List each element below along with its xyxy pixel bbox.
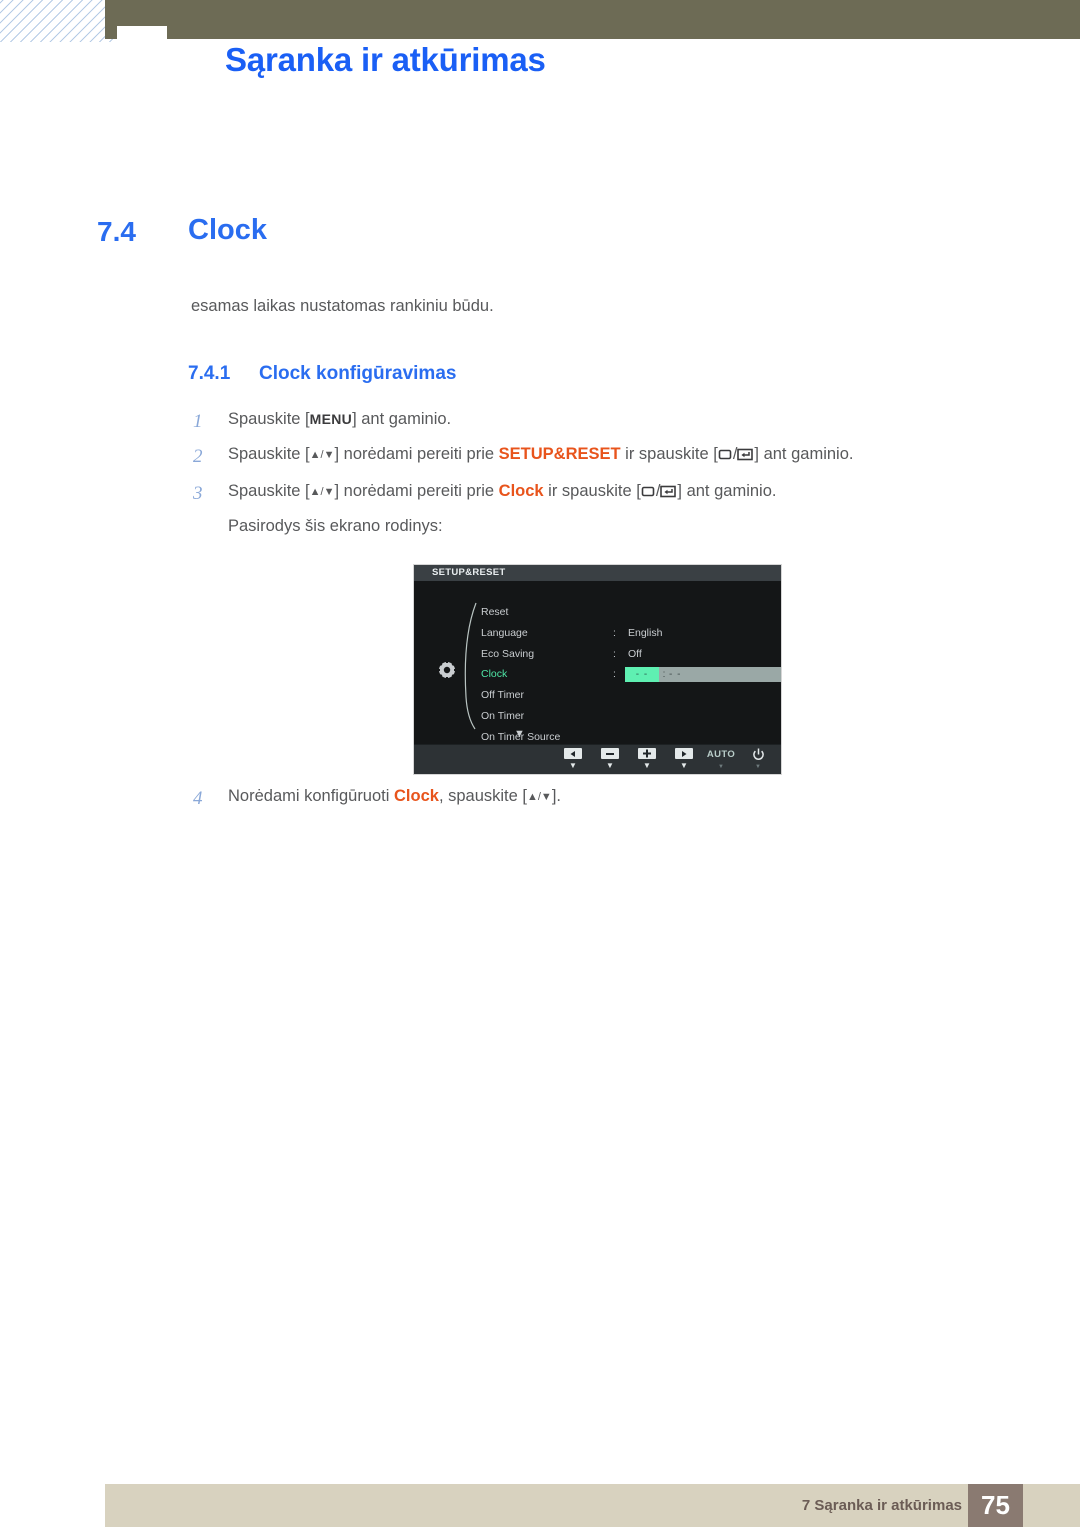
osd-title-bar: SETUP&RESET	[414, 565, 781, 581]
osd-row-colon: :	[613, 647, 616, 660]
step-text-part2: ] norėdami pereiti prie	[334, 481, 499, 500]
step-text-part2: , spauskite [	[438, 787, 527, 805]
scroll-down-icon[interactable]: ▼	[514, 728, 525, 740]
osd-menu-list: Reset Language : English Eco Saving : Of…	[481, 602, 781, 748]
steps-list: 1 Spauskite [MENU] ant gaminio. 2 Spausk…	[191, 408, 1011, 550]
enter-key-icon	[660, 482, 677, 506]
caret-down-icon: ▼	[643, 761, 651, 770]
clock-hours-value[interactable]: - -	[625, 667, 659, 683]
step-text-part1: Spauskite [	[228, 410, 310, 428]
source-key-icon	[718, 445, 733, 469]
step-number: 4	[193, 788, 203, 809]
osd-row-colon: :	[613, 668, 616, 681]
footer-chapter-label: 7 Sąranka ir atkūrimas	[801, 1497, 962, 1514]
step-number: 1	[193, 411, 203, 432]
clock-minutes-value[interactable]: - -	[669, 667, 681, 682]
step-text-part3: ir spauskite [	[620, 444, 718, 463]
section-title: Clock	[188, 214, 267, 246]
up-down-arrows-icon: ▲/▼	[309, 485, 335, 498]
osd-row-language[interactable]: Language : English	[481, 623, 771, 644]
plus-icon	[638, 748, 656, 759]
step-text-part4: ] ant gaminio.	[677, 481, 777, 500]
osd-row-eco-saving[interactable]: Eco Saving : Off	[481, 644, 771, 665]
up-down-arrows-icon: ▲/▼	[309, 448, 335, 461]
caret-down-icon: ▼	[569, 761, 577, 770]
section-number: 7.4	[97, 216, 136, 247]
steps-list-continued: 4 Norėdami konfigūruoti Clock, spauskite…	[191, 785, 1011, 820]
up-down-arrows-icon: ▲/▼	[526, 791, 552, 803]
osd-button-group: ▼ ▼ ▼ ▼ AUTO ▼ ▼	[561, 748, 770, 772]
osd-minus-button[interactable]: ▼	[598, 748, 622, 770]
osd-row-clock[interactable]: Clock : - - : - -	[481, 664, 781, 685]
osd-row-reset[interactable]: Reset	[481, 602, 771, 623]
step-highlight-term: SETUP&RESET	[498, 444, 621, 463]
step-number: 3	[193, 482, 203, 504]
osd-row-label: Off Timer	[481, 689, 524, 702]
osd-row-label: Reset	[481, 606, 509, 618]
subsection-title: Clock konfigūravimas	[259, 363, 457, 384]
step-item: 3 Spauskite [▲/▼] norėdami pereiti prie …	[191, 480, 1011, 539]
osd-row-label: On Timer	[481, 709, 525, 722]
step-text-part3: ir spauskite [	[543, 481, 641, 500]
osd-power-button[interactable]: ▼	[746, 748, 770, 772]
header-notch-decoration	[117, 26, 167, 42]
osd-row-value: English	[628, 626, 663, 639]
step-highlight-term: Clock	[394, 787, 439, 805]
osd-body: Reset Language : English Eco Saving : Of…	[414, 581, 781, 745]
auto-text: AUTO	[706, 749, 736, 760]
osd-row-colon: :	[613, 626, 616, 639]
osd-left-button[interactable]: ▼	[561, 748, 585, 770]
enter-key-icon	[737, 445, 754, 469]
auto-label-icon: AUTO	[707, 748, 735, 761]
menu-key-label: MENU	[309, 411, 353, 427]
clock-value-field[interactable]: - - : - -	[625, 667, 781, 683]
osd-right-button[interactable]: ▼	[672, 748, 696, 770]
osd-row-label: Clock	[481, 668, 508, 681]
section-intro-text: esamas laikas nustatomas rankiniu būdu.	[191, 297, 494, 315]
osd-row-label: Language	[481, 626, 528, 639]
step-number: 2	[193, 445, 203, 467]
power-icon	[752, 748, 765, 761]
step-item: 4 Norėdami konfigūruoti Clock, spauskite…	[191, 785, 1011, 809]
subsection-number: 7.4.1	[188, 363, 231, 384]
step-text-part2: ] norėdami pereiti prie	[334, 444, 499, 463]
caret-down-icon: ▼	[680, 761, 688, 770]
step-text-part1: Spauskite [	[228, 444, 310, 463]
osd-row-value: Off	[628, 647, 642, 660]
minus-icon	[601, 748, 619, 759]
osd-menu-screenshot: SETUP&RESET Reset Language: English Eco…	[413, 564, 782, 775]
step-text-part1: Norėdami konfigūruoti	[228, 787, 394, 805]
osd-plus-button[interactable]: ▼	[635, 748, 659, 770]
step-text-part1: Spauskite [	[228, 481, 310, 500]
step-item: 2 Spauskite [▲/▼] norėdami pereiti prie …	[191, 443, 1011, 469]
step-subline-text: Pasirodys šis ekrano rodinys:	[228, 516, 443, 535]
osd-bracket-decoration	[462, 601, 480, 731]
step-text-part4: ] ant gaminio.	[754, 444, 854, 463]
caret-down-icon: ▼	[606, 761, 614, 770]
osd-button-bar: ▼ ▼ ▼ ▼ AUTO ▼ ▼	[414, 744, 781, 774]
header-olive-bar	[105, 0, 1080, 39]
triangle-right-icon	[675, 748, 693, 759]
osd-auto-button[interactable]: AUTO ▼	[707, 748, 735, 772]
step-text-part2: ] ant gaminio.	[352, 410, 452, 428]
page-title: Sąranka ir atkūrimas	[225, 41, 546, 78]
osd-row-on-timer[interactable]: On Timer	[481, 706, 771, 727]
step-text-part3: ].	[551, 787, 561, 805]
gear-icon	[436, 659, 458, 681]
step-item: 1 Spauskite [MENU] ant gaminio.	[191, 408, 1011, 432]
triangle-left-icon	[564, 748, 582, 759]
osd-row-off-timer[interactable]: Off Timer	[481, 685, 771, 706]
caret-down-icon: ▼	[718, 764, 724, 770]
osd-row-label: Eco Saving	[481, 647, 535, 660]
caret-down-icon: ▼	[755, 764, 761, 770]
clock-separator: :	[662, 669, 666, 681]
footer-page-number: 75	[968, 1484, 1023, 1527]
source-key-icon	[641, 482, 656, 506]
step-highlight-term: Clock	[498, 481, 544, 500]
